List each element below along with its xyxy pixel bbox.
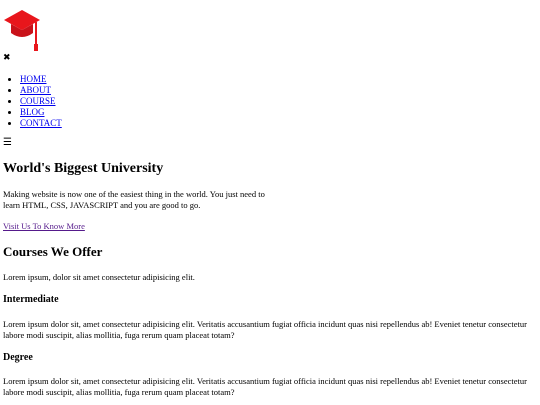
- nav-link-blog[interactable]: BLOG: [20, 107, 45, 117]
- hero-title: World's Biggest University: [3, 161, 164, 176]
- page: ✖ HOME ABOUT COURSE BLOG CONTACT ☰ World…: [0, 0, 540, 405]
- nav-item-course: COURSE: [20, 96, 62, 107]
- graduation-cap-icon[interactable]: [3, 8, 41, 52]
- nav-link-about[interactable]: ABOUT: [20, 85, 51, 95]
- courses-intro: Lorem ipsum, dolor sit amet consectetur …: [3, 272, 195, 282]
- nav-item-contact: CONTACT: [20, 118, 62, 129]
- close-icon[interactable]: ✖: [3, 53, 11, 63]
- course-text-degree: Lorem ipsum dolor sit, amet consectetur …: [3, 376, 527, 397]
- nav-item-about: ABOUT: [20, 85, 62, 96]
- course-title-degree: Degree: [3, 352, 33, 363]
- hero-text: Making website is now one of the easiest…: [3, 189, 265, 210]
- nav-link-course[interactable]: COURSE: [20, 96, 56, 106]
- nav-menu: HOME ABOUT COURSE BLOG CONTACT: [0, 74, 62, 129]
- visit-us-link[interactable]: Visit Us To Know More: [3, 221, 85, 232]
- course-text-intermediate: Lorem ipsum dolor sit, amet consectetur …: [3, 319, 527, 340]
- nav-link-contact[interactable]: CONTACT: [20, 118, 62, 128]
- nav-link-home[interactable]: HOME: [20, 74, 47, 84]
- nav-item-home: HOME: [20, 74, 62, 85]
- course-title-intermediate: Intermediate: [3, 294, 59, 305]
- nav-item-blog: BLOG: [20, 107, 62, 118]
- hamburger-menu-icon[interactable]: ☰: [3, 138, 12, 148]
- courses-title: Courses We Offer: [3, 244, 103, 259]
